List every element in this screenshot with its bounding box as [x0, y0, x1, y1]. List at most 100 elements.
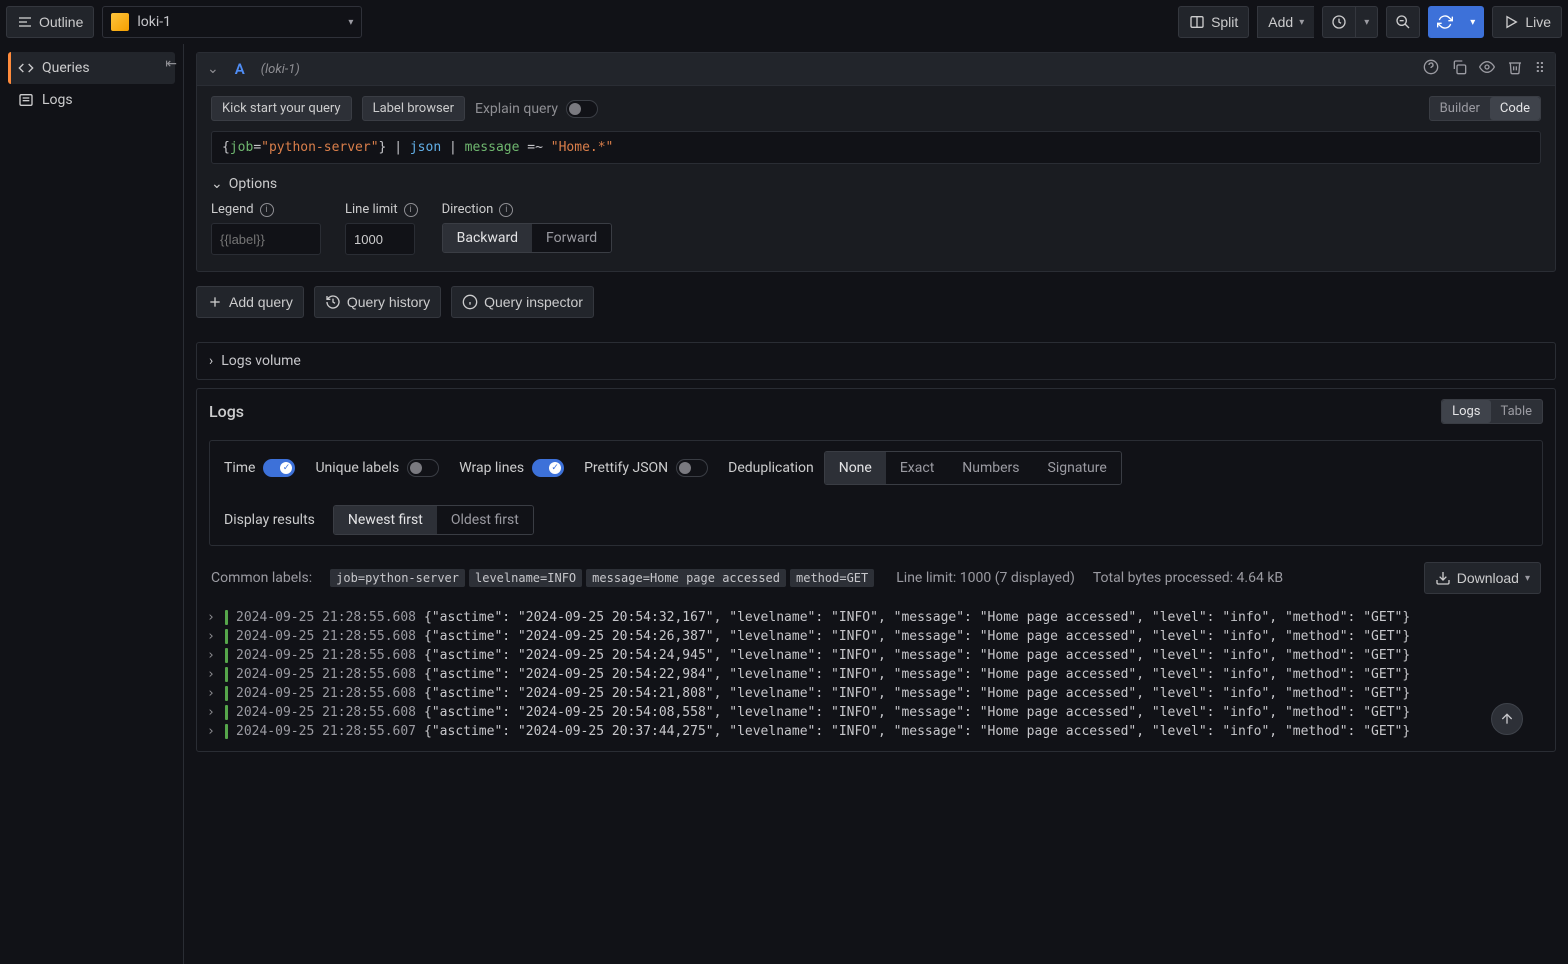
label-browser-button[interactable]: Label browser: [362, 96, 465, 121]
help-icon[interactable]: [1423, 59, 1439, 79]
newest-first[interactable]: Newest first: [334, 506, 437, 534]
display-order-switch[interactable]: Newest first Oldest first: [333, 505, 534, 535]
zoom-out-button[interactable]: [1386, 6, 1420, 38]
log-row[interactable]: ›2024-09-25 21:28:55.608{"asctime": "202…: [207, 608, 1545, 627]
options-toggle[interactable]: ⌄ Options: [211, 176, 1541, 192]
dedup-exact[interactable]: Exact: [886, 452, 948, 484]
expand-row-icon[interactable]: ›: [207, 686, 217, 701]
table-tab[interactable]: Table: [1491, 400, 1542, 423]
tok-job-val: "python-server": [261, 140, 378, 155]
info-icon[interactable]: i: [260, 203, 274, 217]
direction-backward[interactable]: Backward: [443, 224, 532, 252]
pretty-toggle[interactable]: [676, 459, 708, 477]
expand-row-icon[interactable]: ›: [207, 648, 217, 663]
linelimit-input[interactable]: [345, 223, 415, 255]
run-query-button[interactable]: [1428, 6, 1461, 38]
log-timestamp: 2024-09-25 21:28:55.608: [236, 705, 416, 720]
direction-switch[interactable]: Backward Forward: [442, 223, 613, 253]
query-header: ⌄ A (loki-1) ⠿: [197, 53, 1555, 86]
chevron-down-icon: ▾: [1525, 573, 1530, 584]
dedup-none[interactable]: None: [825, 452, 886, 484]
play-icon: [1503, 14, 1519, 30]
split-button[interactable]: Split: [1178, 6, 1249, 38]
download-button[interactable]: Download ▾: [1424, 562, 1541, 594]
collapse-sidebar-icon[interactable]: ⇤: [165, 56, 177, 72]
legend-input[interactable]: [211, 223, 321, 255]
expand-row-icon[interactable]: ›: [207, 667, 217, 682]
sidebar: ⇤ Queries Logs: [0, 44, 184, 964]
info-icon[interactable]: i: [499, 203, 513, 217]
copy-icon[interactable]: [1451, 59, 1467, 79]
editor-mode-switch[interactable]: Builder Code: [1429, 96, 1541, 121]
query-history-label: Query history: [347, 294, 430, 310]
log-row[interactable]: ›2024-09-25 21:28:55.608{"asctime": "202…: [207, 684, 1545, 703]
expand-row-icon[interactable]: ›: [207, 629, 217, 644]
level-bar: [225, 629, 228, 644]
drag-handle-icon[interactable]: ⠿: [1535, 61, 1545, 77]
add-button[interactable]: Add ▾: [1257, 6, 1314, 38]
eye-icon[interactable]: [1479, 59, 1495, 79]
common-label-chip: method=GET: [790, 569, 874, 587]
log-row[interactable]: ›2024-09-25 21:28:55.608{"asctime": "202…: [207, 646, 1545, 665]
run-query-menu-button[interactable]: ▾: [1461, 6, 1484, 38]
explain-query-toggle[interactable]: [566, 100, 598, 118]
query-inspector-button[interactable]: Query inspector: [451, 286, 594, 318]
dedup-label: Deduplication: [728, 460, 814, 476]
logs-tab[interactable]: Logs: [1442, 400, 1490, 423]
dedup-switch[interactable]: None Exact Numbers Signature: [824, 451, 1122, 485]
add-query-label: Add query: [229, 294, 293, 310]
logs-volume-section[interactable]: › Logs volume: [196, 342, 1556, 380]
expand-row-icon[interactable]: ›: [207, 610, 217, 625]
query-letter[interactable]: A: [229, 60, 251, 78]
expand-row-icon[interactable]: ›: [207, 705, 217, 720]
query-subtitle: (loki-1): [261, 62, 300, 77]
oldest-first[interactable]: Oldest first: [437, 506, 533, 534]
loki-icon: [111, 13, 129, 31]
outline-button[interactable]: Outline: [6, 6, 94, 38]
dedup-signature[interactable]: Signature: [1034, 452, 1121, 484]
kickstart-button[interactable]: Kick start your query: [211, 96, 352, 121]
log-row[interactable]: › 2024-09-25 21:28:55.607 {"asctime": "202…: [207, 722, 1545, 741]
direction-forward[interactable]: Forward: [532, 224, 611, 252]
sidebar-item-queries[interactable]: Queries: [8, 52, 175, 84]
live-button[interactable]: Live: [1492, 6, 1562, 38]
code-tab[interactable]: Code: [1490, 97, 1540, 120]
unique-toggle[interactable]: [407, 459, 439, 477]
log-row[interactable]: ›2024-09-25 21:28:55.608{"asctime": "202…: [207, 627, 1545, 646]
info-icon[interactable]: i: [404, 203, 418, 217]
direction-label: Direction: [442, 202, 494, 217]
split-label: Split: [1211, 14, 1238, 30]
scroll-to-top-button[interactable]: [1491, 703, 1523, 735]
time-range-menu-button[interactable]: ▾: [1355, 6, 1378, 38]
logs-view-switch[interactable]: Logs Table: [1441, 399, 1543, 424]
log-message: {"asctime": "2024-09-25 20:37:44,275", "…: [424, 724, 1545, 739]
datasource-select[interactable]: loki-1 ▾: [102, 6, 362, 38]
sidebar-item-label: Queries: [42, 60, 90, 76]
outline-icon: [17, 14, 33, 30]
expand-row-icon[interactable]: ›: [207, 724, 217, 739]
dedup-numbers[interactable]: Numbers: [948, 452, 1033, 484]
query-history-button[interactable]: Query history: [314, 286, 441, 318]
trash-icon[interactable]: [1507, 59, 1523, 79]
add-query-button[interactable]: Add query: [196, 286, 304, 318]
log-row[interactable]: › 2024-09-25 21:28:55.608 {"asctime": "202…: [207, 703, 1545, 722]
clock-icon: [1331, 14, 1347, 30]
log-timestamp: 2024-09-25 21:28:55.608: [236, 686, 416, 701]
tok-job-key: job: [230, 140, 253, 155]
builder-tab[interactable]: Builder: [1430, 97, 1490, 120]
log-row[interactable]: ›2024-09-25 21:28:55.608{"asctime": "202…: [207, 665, 1545, 684]
log-timestamp: 2024-09-25 21:28:55.608: [236, 629, 416, 644]
chevron-down-icon: ▾: [1470, 17, 1475, 28]
log-message: {"asctime": "2024-09-25 20:54:22,984", "…: [424, 667, 1545, 682]
time-toggle[interactable]: [263, 459, 295, 477]
log-message: {"asctime": "2024-09-25 20:54:08,558", "…: [424, 705, 1545, 720]
collapse-query-icon[interactable]: ⌄: [207, 61, 219, 77]
sidebar-item-logs[interactable]: Logs: [8, 84, 175, 116]
log-timestamp: 2024-09-25 21:28:55.607: [236, 724, 416, 739]
wrap-toggle[interactable]: [532, 459, 564, 477]
log-timestamp: 2024-09-25 21:28:55.608: [236, 610, 416, 625]
query-code-input[interactable]: {job="python-server"} | json | message =…: [211, 131, 1541, 164]
linelimit-info: Line limit: 1000 (7 displayed): [896, 570, 1075, 586]
log-list[interactable]: › 2024-09-25 21:28:55.608 {"asctime": "202…: [197, 604, 1555, 751]
time-range-button[interactable]: [1322, 6, 1355, 38]
